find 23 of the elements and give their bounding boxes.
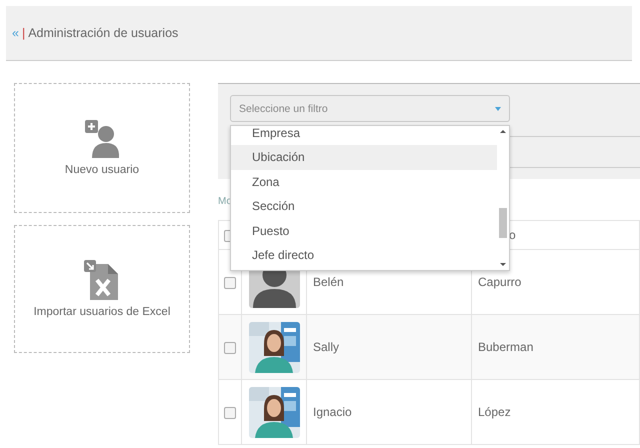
checkbox[interactable] [224,276,236,289]
scroll-up-icon[interactable] [499,129,507,133]
scrollbar-thumb[interactable] [499,208,507,238]
caret-icon [495,106,501,110]
separator: | [22,26,26,40]
dropdown-option[interactable]: Empresa [231,126,497,146]
card-label: Nuevo usuario [64,164,140,176]
scroll-down-icon[interactable] [499,263,507,267]
dropdown-option[interactable]: Sección [231,194,497,219]
page-title: Administración de usuarios [28,26,178,40]
table-cell: López [472,380,640,444]
dropdown-option[interactable]: Zona [231,170,497,194]
add-user-icon [85,120,119,158]
action-card[interactable]: Nuevo usuario [14,83,190,213]
table-cell: Sally [306,314,472,380]
excel-import-icon [84,260,120,300]
checkbox[interactable] [224,406,236,419]
table-cell: Buberman [472,314,640,380]
card-label: Importar usuarios de Excel [34,306,170,318]
table-cell: Ignacio [306,380,472,444]
dropdown-option[interactable]: Ubicación [231,145,497,170]
checkbox[interactable] [224,342,236,354]
action-card[interactable]: Importar usuarios de Excel [14,225,190,353]
